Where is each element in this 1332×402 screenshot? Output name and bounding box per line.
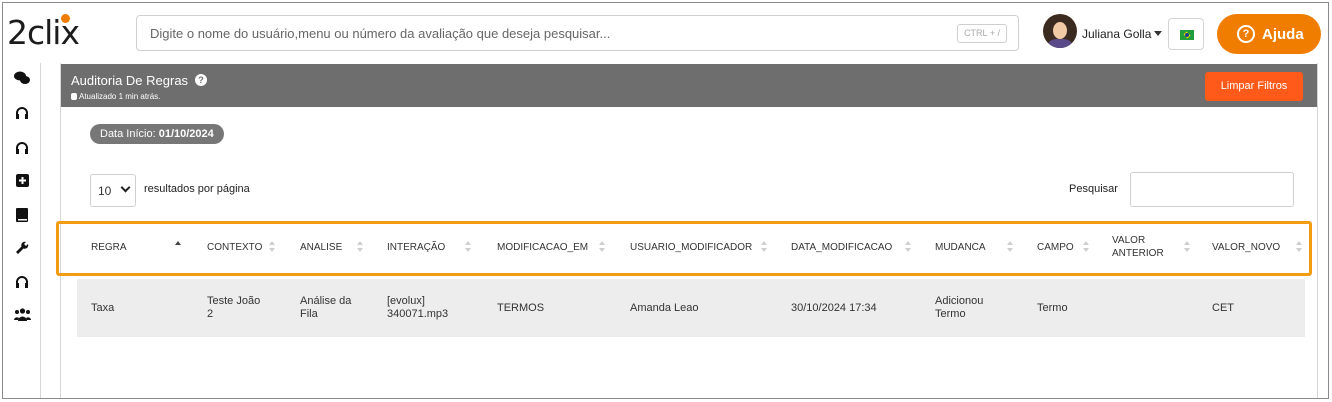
page-length-value: 10: [98, 184, 112, 198]
logo-dot: [61, 14, 70, 23]
cell-valor-novo: CET: [1212, 301, 1234, 314]
cell-mudanca: Adicionou Termo: [935, 295, 984, 320]
date-filter-label: Data Início:: [100, 128, 156, 140]
page-length-select[interactable]: 10: [90, 174, 136, 207]
chevron-down-icon: [120, 182, 131, 193]
cell-interacao: [evolux] 340071.mp3: [387, 295, 449, 320]
top-bar: 2clix Digite o nome do usuário,menu ou n…: [3, 3, 1328, 63]
sort-icon: [175, 241, 181, 253]
page-length-label: resultados por página: [144, 183, 250, 195]
language-button[interactable]: [1168, 18, 1204, 50]
user-avatar[interactable]: [1043, 14, 1077, 48]
sort-icon: [1007, 241, 1013, 253]
user-name[interactable]: Juliana Golla: [1082, 27, 1151, 41]
clear-filters-button[interactable]: Limpar Filtros: [1205, 72, 1303, 101]
sort-icon: [905, 241, 911, 253]
help-icon[interactable]: ?: [195, 74, 207, 86]
table-search-label: Pesquisar: [1069, 183, 1118, 195]
column-header-usuario-modificador[interactable]: USUARIO_MODIFICADOR: [630, 221, 780, 273]
panel-header: Auditoria De Regras ? Atualizado 1 min a…: [61, 64, 1317, 107]
brazil-flag-icon: [1180, 30, 1194, 40]
help-button-label: Ajuda: [1262, 26, 1304, 43]
app-window: 2clix Digite o nome do usuário,menu ou n…: [2, 2, 1329, 399]
column-header-valor-novo[interactable]: VALOR_NOVO: [1212, 221, 1304, 273]
plus-square-icon[interactable]: [14, 174, 30, 190]
cell-campo: Termo: [1037, 301, 1068, 314]
book-icon[interactable]: [14, 208, 30, 224]
column-header-data-modificacao[interactable]: DATA_MODIFICACAO: [791, 221, 926, 273]
audit-panel: Auditoria De Regras ? Atualizado 1 min a…: [60, 63, 1318, 398]
column-header-mudanca[interactable]: MUDANCA: [935, 221, 1025, 273]
headset-icon[interactable]: [14, 141, 30, 157]
table-row[interactable]: Taxa Teste João 2 Análise da Fila [evolu…: [77, 279, 1305, 337]
table-search-input[interactable]: [1130, 172, 1294, 207]
cell-valor-anterior: [1112, 279, 1202, 337]
cell-contexto: Teste João 2: [207, 295, 261, 320]
column-header-regra[interactable]: REGRA: [91, 221, 191, 273]
sidebar: [3, 63, 41, 398]
cell-modificacao-em: TERMOS: [497, 301, 545, 314]
wrench-icon[interactable]: [14, 241, 30, 257]
search-shortcut-hint: CTRL + /: [957, 24, 1007, 43]
audit-table: REGRA CONTEXTO ANALISE INTERAÇÃO MODIFIC…: [77, 221, 1305, 337]
sort-icon: [599, 241, 605, 253]
column-header-valor-anterior[interactable]: VALOR ANTERIOR: [1112, 221, 1202, 273]
table-header: REGRA CONTEXTO ANALISE INTERAÇÃO MODIFIC…: [77, 221, 1305, 273]
sort-icon: [1184, 241, 1190, 253]
column-header-interacao[interactable]: INTERAÇÃO: [387, 221, 482, 273]
sort-icon: [357, 241, 363, 253]
last-updated: Atualizado 1 min atrás.: [71, 92, 160, 101]
date-filter-badge[interactable]: Data Início: 01/10/2024: [90, 124, 224, 144]
global-search-input[interactable]: Digite o nome do usuário,menu ou número …: [136, 15, 1019, 51]
page-title: Auditoria De Regras: [71, 73, 189, 88]
question-circle-icon: ?: [1237, 25, 1255, 43]
cell-regra: Taxa: [91, 301, 115, 314]
sort-icon: [761, 241, 767, 253]
sort-icon: [1083, 241, 1089, 253]
sort-icon: [1296, 241, 1302, 253]
cell-analise: Análise da Fila: [300, 295, 352, 320]
column-header-contexto[interactable]: CONTEXTO: [207, 221, 292, 273]
column-header-analise[interactable]: ANALISE: [300, 221, 380, 273]
column-header-modificacao-em[interactable]: MODIFICACAO_EM: [497, 221, 622, 273]
cell-usuario-modificador: Amanda Leao: [630, 301, 699, 314]
sort-icon: [465, 241, 471, 253]
headset-icon[interactable]: [14, 106, 30, 122]
headset-icon[interactable]: [14, 275, 30, 291]
users-icon[interactable]: [14, 308, 31, 324]
cell-data-modificacao: 30/10/2024 17:34: [791, 301, 877, 314]
chat-icon[interactable]: [14, 71, 30, 87]
column-header-campo[interactable]: CAMPO: [1037, 221, 1105, 273]
database-icon: [71, 93, 77, 100]
chevron-down-icon[interactable]: [1154, 31, 1162, 36]
sort-icon: [269, 241, 275, 253]
date-filter-value: 01/10/2024: [158, 128, 214, 140]
help-button[interactable]: ? Ajuda: [1217, 14, 1321, 54]
search-placeholder: Digite o nome do usuário,menu ou número …: [150, 26, 611, 41]
